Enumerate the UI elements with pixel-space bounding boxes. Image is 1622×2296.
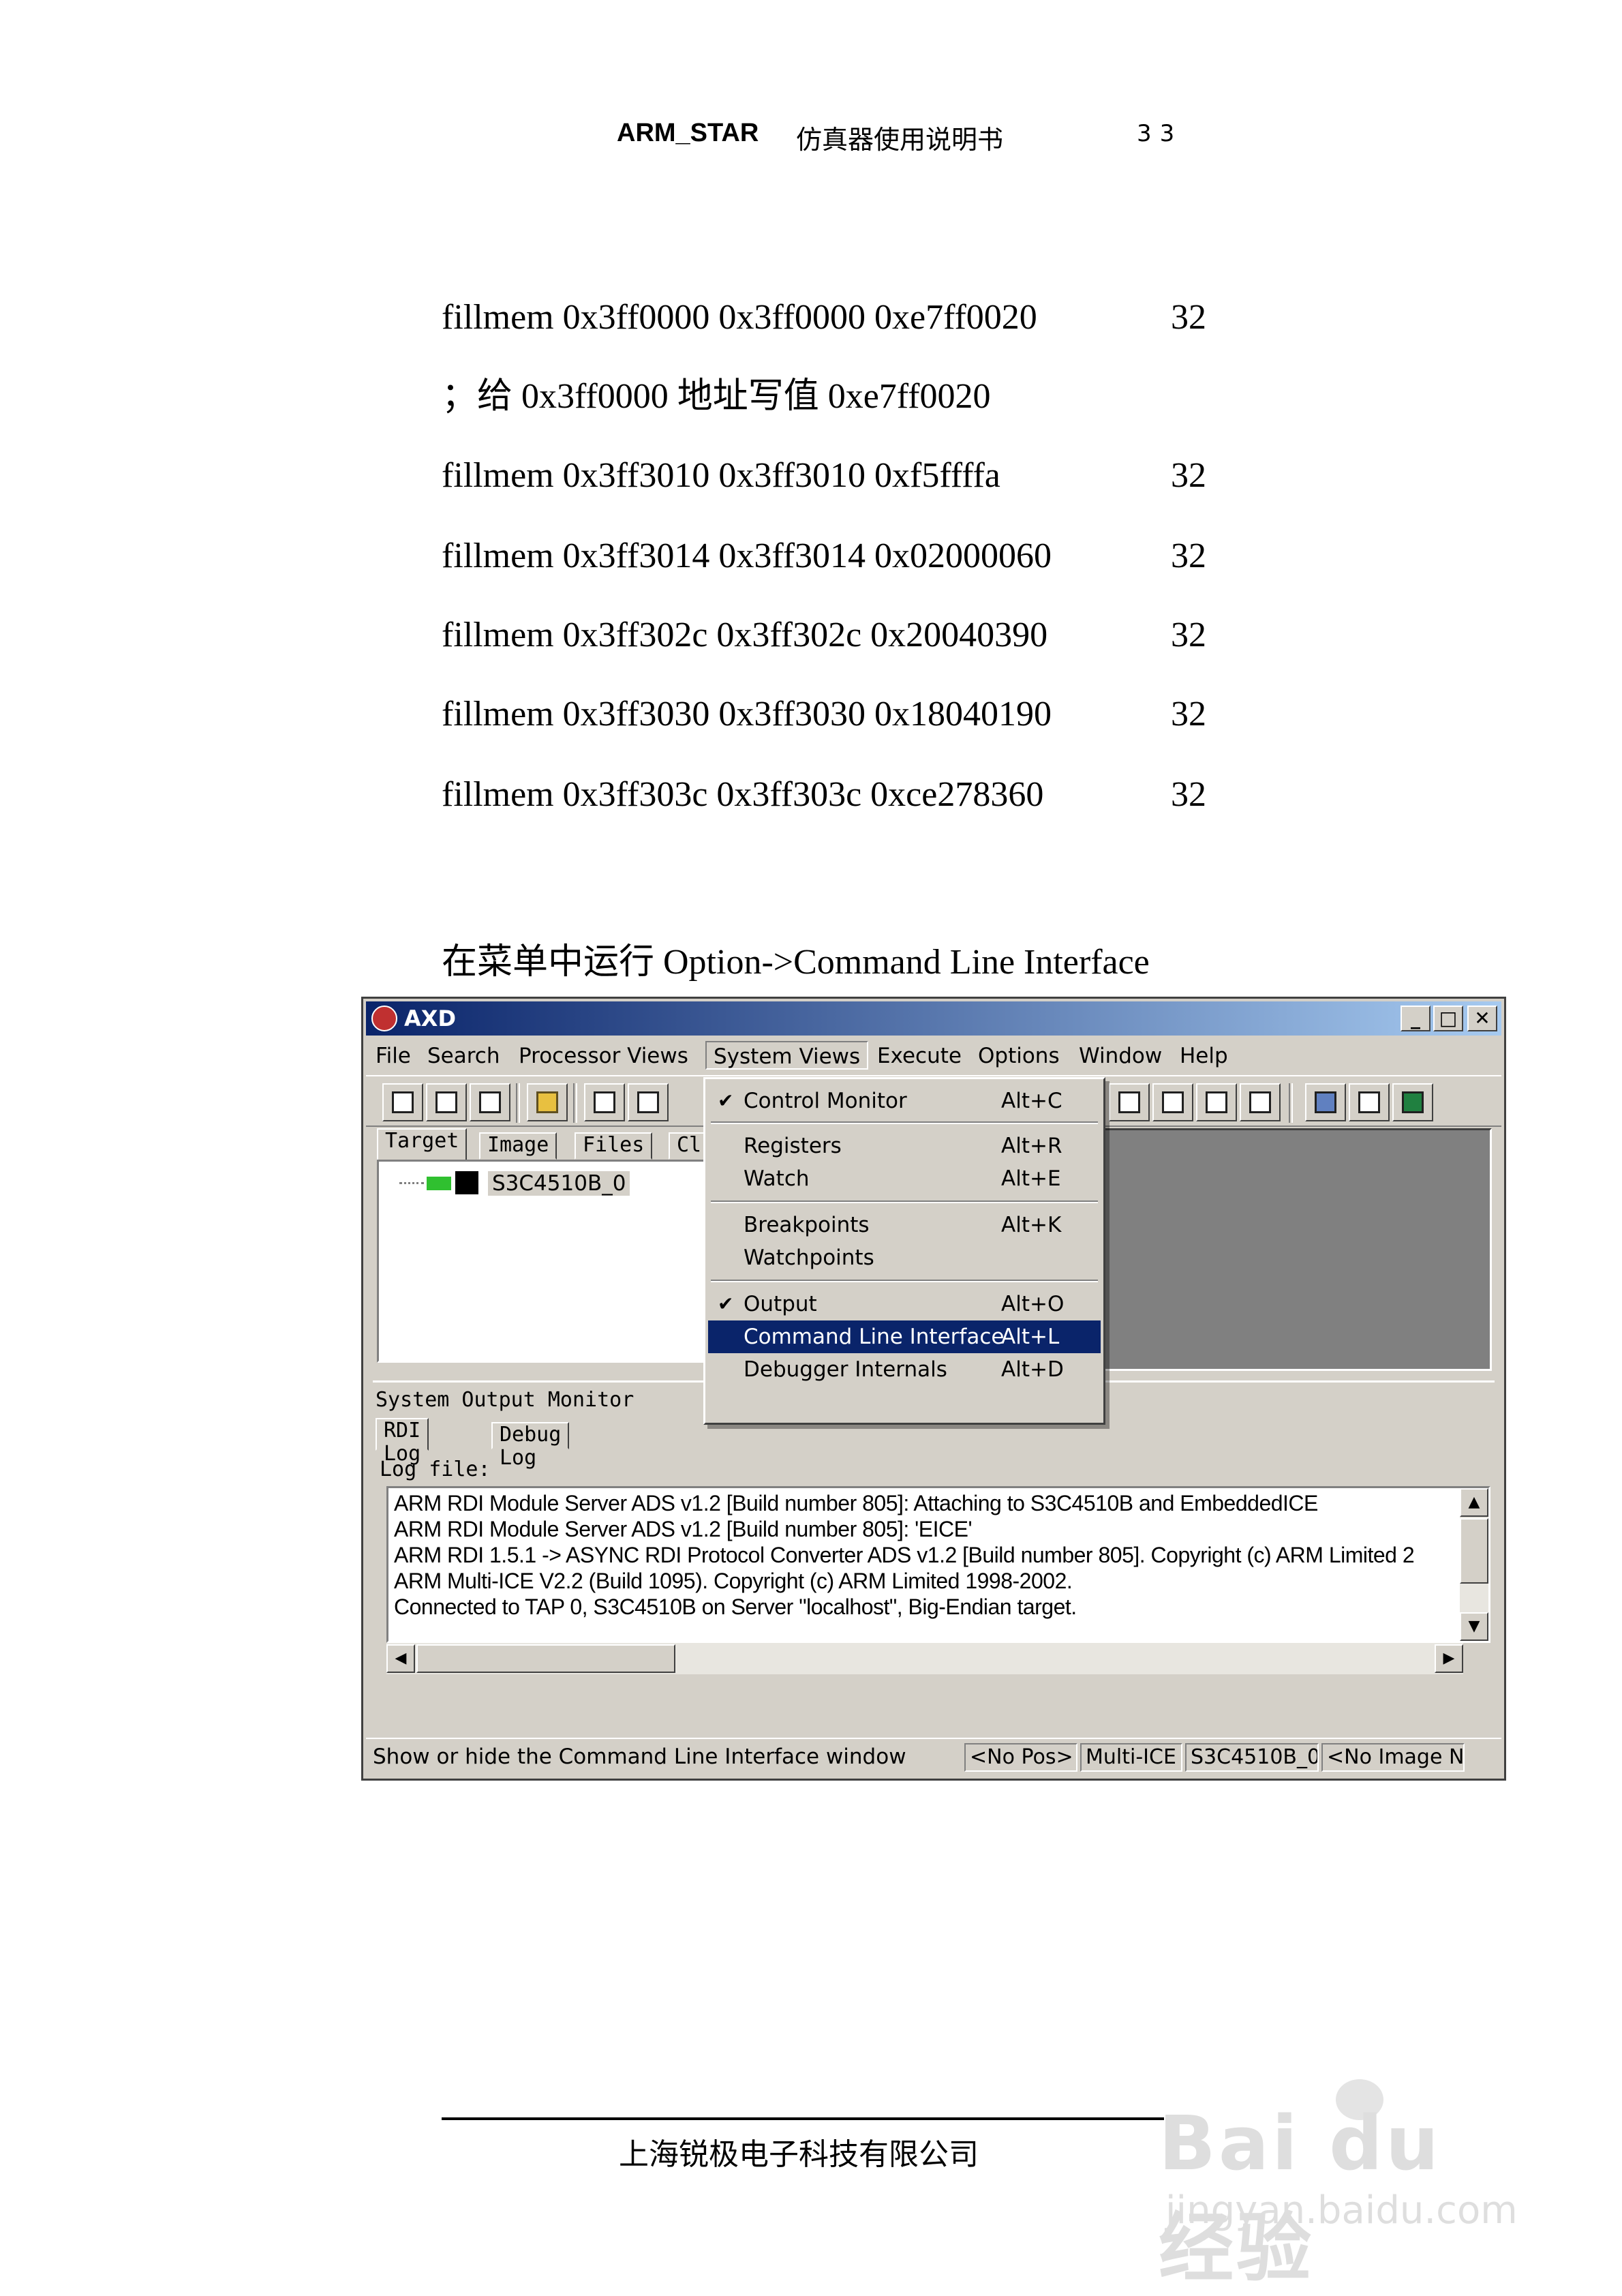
system-views-menu: ✔ Control Monitor Alt+C Registers Alt+R … bbox=[703, 1077, 1105, 1425]
open-folder-icon[interactable] bbox=[527, 1083, 568, 1121]
caption: 在菜单中运行 Option->Command Line Interface bbox=[442, 943, 1150, 982]
log-line: ARM RDI 1.5.1 -> ASYNC RDI Protocol Conv… bbox=[394, 1543, 1415, 1567]
watermark-url: jingyan.baidu.com bbox=[1165, 2188, 1518, 2233]
scroll-down-arrow-icon[interactable]: ▼ bbox=[1460, 1612, 1488, 1641]
menu-separator bbox=[711, 1121, 1098, 1124]
toolbar-button[interactable] bbox=[1109, 1083, 1150, 1121]
toolbar-button[interactable] bbox=[1305, 1083, 1346, 1121]
page-header: ARM_STAR 仿真器使用说明书 33 bbox=[0, 116, 1622, 157]
menu-processor-views[interactable]: Processor Views bbox=[519, 1044, 688, 1068]
menu-system-views[interactable]: System Views bbox=[705, 1041, 869, 1070]
log-file-label: Log file: bbox=[380, 1457, 491, 1481]
menu-separator bbox=[711, 1200, 1098, 1203]
toolbar-button[interactable] bbox=[628, 1083, 669, 1121]
checkmark-icon: ✔ bbox=[718, 1293, 734, 1315]
menu-item-registers[interactable]: Registers Alt+R bbox=[708, 1130, 1101, 1162]
tab-debug-log[interactable]: Debug Log bbox=[491, 1422, 570, 1470]
scroll-up-arrow-icon[interactable]: ▲ bbox=[1460, 1488, 1488, 1517]
toolbar-button[interactable] bbox=[584, 1083, 625, 1121]
baidu-watermark: Bai du 经验 jingyan.baidu.com bbox=[1159, 2072, 1540, 2292]
menu-bar: File Search Processor Views System Views… bbox=[366, 1040, 1501, 1072]
toolbar-button[interactable] bbox=[426, 1083, 467, 1121]
log-line: ARM RDI Module Server ADS v1.2 [Build nu… bbox=[394, 1517, 973, 1541]
menu-item-control-monitor[interactable]: ✔ Control Monitor Alt+C bbox=[708, 1085, 1101, 1117]
command-line: fillmem 0x3ff302c 0x3ff302c 0x20040390 32 bbox=[442, 616, 1206, 654]
command-comment: ；给 0x3ff0000 地址写值 0xe7ff0020 bbox=[442, 377, 991, 416]
scroll-thumb[interactable] bbox=[416, 1644, 675, 1673]
company-footer: 上海锐极电子科技有限公司 bbox=[619, 2137, 979, 2172]
menu-search[interactable]: Search bbox=[427, 1044, 500, 1068]
toolbar-separator bbox=[1289, 1083, 1293, 1123]
tree-item-processor[interactable]: S3C4510B_0 bbox=[488, 1171, 630, 1196]
workspace-tabs: Target Image Files Cl bbox=[377, 1128, 731, 1161]
log-line: Connected to TAP 0, S3C4510B on Server "… bbox=[394, 1595, 1077, 1619]
close-button[interactable]: ✕ bbox=[1467, 1006, 1497, 1031]
tab-files[interactable]: Files bbox=[575, 1132, 653, 1160]
target-tree: S3C4510B_0 bbox=[377, 1160, 731, 1363]
menu-item-output[interactable]: ✔ Output Alt+O bbox=[708, 1288, 1101, 1320]
menu-file[interactable]: File bbox=[376, 1044, 411, 1068]
toolbar-button[interactable] bbox=[470, 1083, 510, 1121]
panel-title: System Output Monitor bbox=[376, 1388, 634, 1412]
status-message: Show or hide the Command Line Interface … bbox=[373, 1744, 906, 1769]
footer-rule bbox=[442, 2117, 1164, 2120]
checkmark-icon: ✔ bbox=[718, 1089, 734, 1112]
toolbar-button[interactable] bbox=[1392, 1083, 1433, 1121]
tab-rdi-log[interactable]: RDI Log bbox=[376, 1418, 429, 1466]
page-number: 33 bbox=[1137, 120, 1183, 147]
axd-app-icon bbox=[371, 1006, 397, 1031]
command-line: fillmem 0x3ff0000 0x3ff0000 0xe7ff0020 32 bbox=[442, 298, 1206, 337]
log-output[interactable]: ARM RDI Module Server ADS v1.2 [Build nu… bbox=[386, 1486, 1490, 1643]
menu-item-debugger-internals[interactable]: Debugger Internals Alt+D bbox=[708, 1353, 1101, 1386]
scroll-right-arrow-icon[interactable]: ▶ bbox=[1435, 1644, 1463, 1673]
toolbar-button[interactable] bbox=[1152, 1083, 1193, 1121]
menu-item-watchpoints[interactable]: Watchpoints bbox=[708, 1241, 1101, 1274]
toolbar-button[interactable] bbox=[1196, 1083, 1237, 1121]
menu-item-watch[interactable]: Watch Alt+E bbox=[708, 1162, 1101, 1195]
system-output-monitor: System Output Monitor RDI Log Debug Log … bbox=[373, 1380, 1495, 1723]
scroll-thumb[interactable] bbox=[1460, 1518, 1488, 1584]
search-icon[interactable] bbox=[1240, 1083, 1281, 1121]
vertical-scrollbar[interactable]: ▲ ▼ bbox=[1460, 1488, 1488, 1641]
menu-execute[interactable]: Execute bbox=[877, 1044, 962, 1068]
command-line: fillmem 0x3ff3010 0x3ff3010 0xf5ffffa 32 bbox=[442, 456, 1206, 495]
scroll-left-arrow-icon[interactable]: ◀ bbox=[386, 1644, 415, 1673]
processor-chip-icon bbox=[455, 1171, 478, 1194]
workspace-pane: Target Image Files Cl S3C4510B_0 bbox=[377, 1128, 731, 1367]
maximize-button[interactable]: □ bbox=[1433, 1006, 1463, 1031]
menu-item-command-line-interface[interactable]: Command Line Interface Alt+L bbox=[708, 1320, 1101, 1353]
tab-image[interactable]: Image bbox=[479, 1132, 557, 1160]
title-bar: AXD _ □ ✕ bbox=[366, 1001, 1501, 1036]
menu-help[interactable]: Help bbox=[1180, 1044, 1228, 1068]
menu-options[interactable]: Options bbox=[978, 1044, 1060, 1068]
toolbar-button[interactable] bbox=[382, 1083, 423, 1121]
horizontal-scrollbar[interactable]: ◀ ▶ bbox=[386, 1643, 1463, 1674]
minimize-button[interactable]: _ bbox=[1401, 1006, 1430, 1031]
toolbar-separator bbox=[573, 1083, 577, 1123]
toolbar-separator bbox=[516, 1083, 520, 1123]
doc-subtitle: 仿真器使用说明书 bbox=[796, 125, 1004, 155]
tree-connector bbox=[399, 1182, 424, 1184]
doc-title: ARM_STAR bbox=[617, 119, 759, 147]
status-image: <No Image N bbox=[1321, 1743, 1465, 1772]
command-line: fillmem 0x3ff3014 0x3ff3014 0x02000060 32 bbox=[442, 537, 1206, 575]
current-target-arrow-icon bbox=[427, 1177, 451, 1190]
menu-window[interactable]: Window bbox=[1079, 1044, 1162, 1068]
tab-target[interactable]: Target bbox=[377, 1128, 468, 1161]
status-target: Multi-ICE bbox=[1080, 1743, 1182, 1772]
command-line: fillmem 0x3ff303c 0x3ff303c 0xce278360 32 bbox=[442, 775, 1206, 814]
log-line: ARM RDI Module Server ADS v1.2 [Build nu… bbox=[394, 1491, 1318, 1515]
status-position: <No Pos> bbox=[964, 1743, 1077, 1772]
toolbar-button[interactable] bbox=[1349, 1083, 1390, 1121]
command-line: fillmem 0x3ff3030 0x3ff3030 0x18040190 32 bbox=[442, 695, 1206, 734]
menu-separator bbox=[711, 1280, 1098, 1282]
status-bar: Show or hide the Command Line Interface … bbox=[366, 1738, 1501, 1776]
menu-item-breakpoints[interactable]: Breakpoints Alt+K bbox=[708, 1209, 1101, 1241]
window-title: AXD bbox=[404, 1006, 456, 1031]
log-line: ARM Multi-ICE V2.2 (Build 1095). Copyrig… bbox=[394, 1569, 1073, 1593]
status-processor: S3C4510B_0 bbox=[1185, 1743, 1319, 1772]
